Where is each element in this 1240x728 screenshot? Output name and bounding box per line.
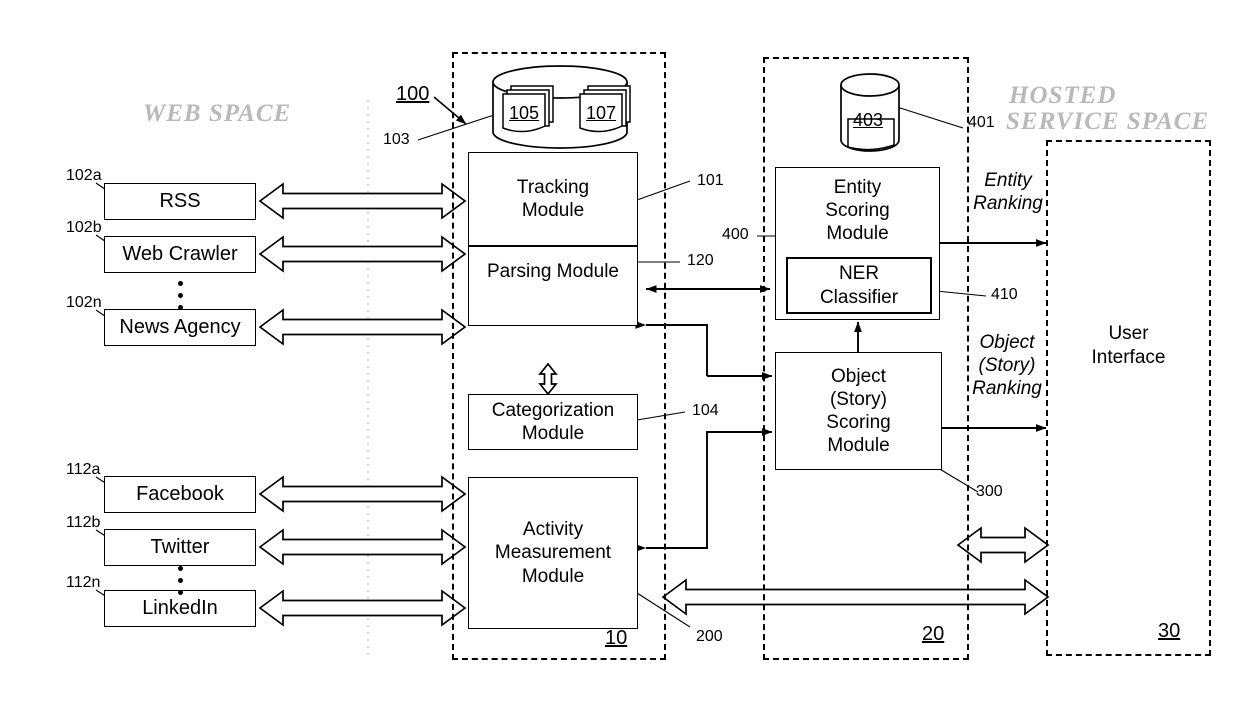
object-ranking-line3: Ranking <box>972 378 1042 400</box>
ref-120: 120 <box>687 252 714 269</box>
doc-ref-107: 107 <box>586 103 617 123</box>
ref-101: 101 <box>697 172 724 189</box>
ref-100: 100 <box>396 83 430 105</box>
ref-104: 104 <box>692 402 719 419</box>
object-ranking-label: Object (Story) Ranking <box>967 331 1047 401</box>
ref-400: 400 <box>722 226 749 243</box>
doc-ref-105: 105 <box>509 103 540 123</box>
ref-30: 30 <box>1158 620 1181 642</box>
entity-ranking-line1: Entity <box>984 170 1032 191</box>
ref-410: 410 <box>991 286 1018 303</box>
ref-300: 300 <box>976 483 1003 500</box>
entity-ranking-label: Entity Ranking <box>970 169 1046 215</box>
entity-ranking-line2: Ranking <box>973 193 1043 215</box>
datastore-doc-layer <box>502 85 895 151</box>
object-ranking-line2: (Story) <box>978 355 1036 377</box>
patent-figure: WEB SPACE HOSTED SERVICE SPACE RSS Web C… <box>0 0 1240 728</box>
ref-10: 10 <box>605 627 628 649</box>
ref-401: 401 <box>968 114 995 131</box>
ref-103: 103 <box>383 131 410 148</box>
entity-store-ref-403: 403 <box>853 110 884 130</box>
ref-200: 200 <box>696 628 723 645</box>
ref-20: 20 <box>922 623 945 645</box>
object-ranking-line1: Object <box>979 332 1035 353</box>
